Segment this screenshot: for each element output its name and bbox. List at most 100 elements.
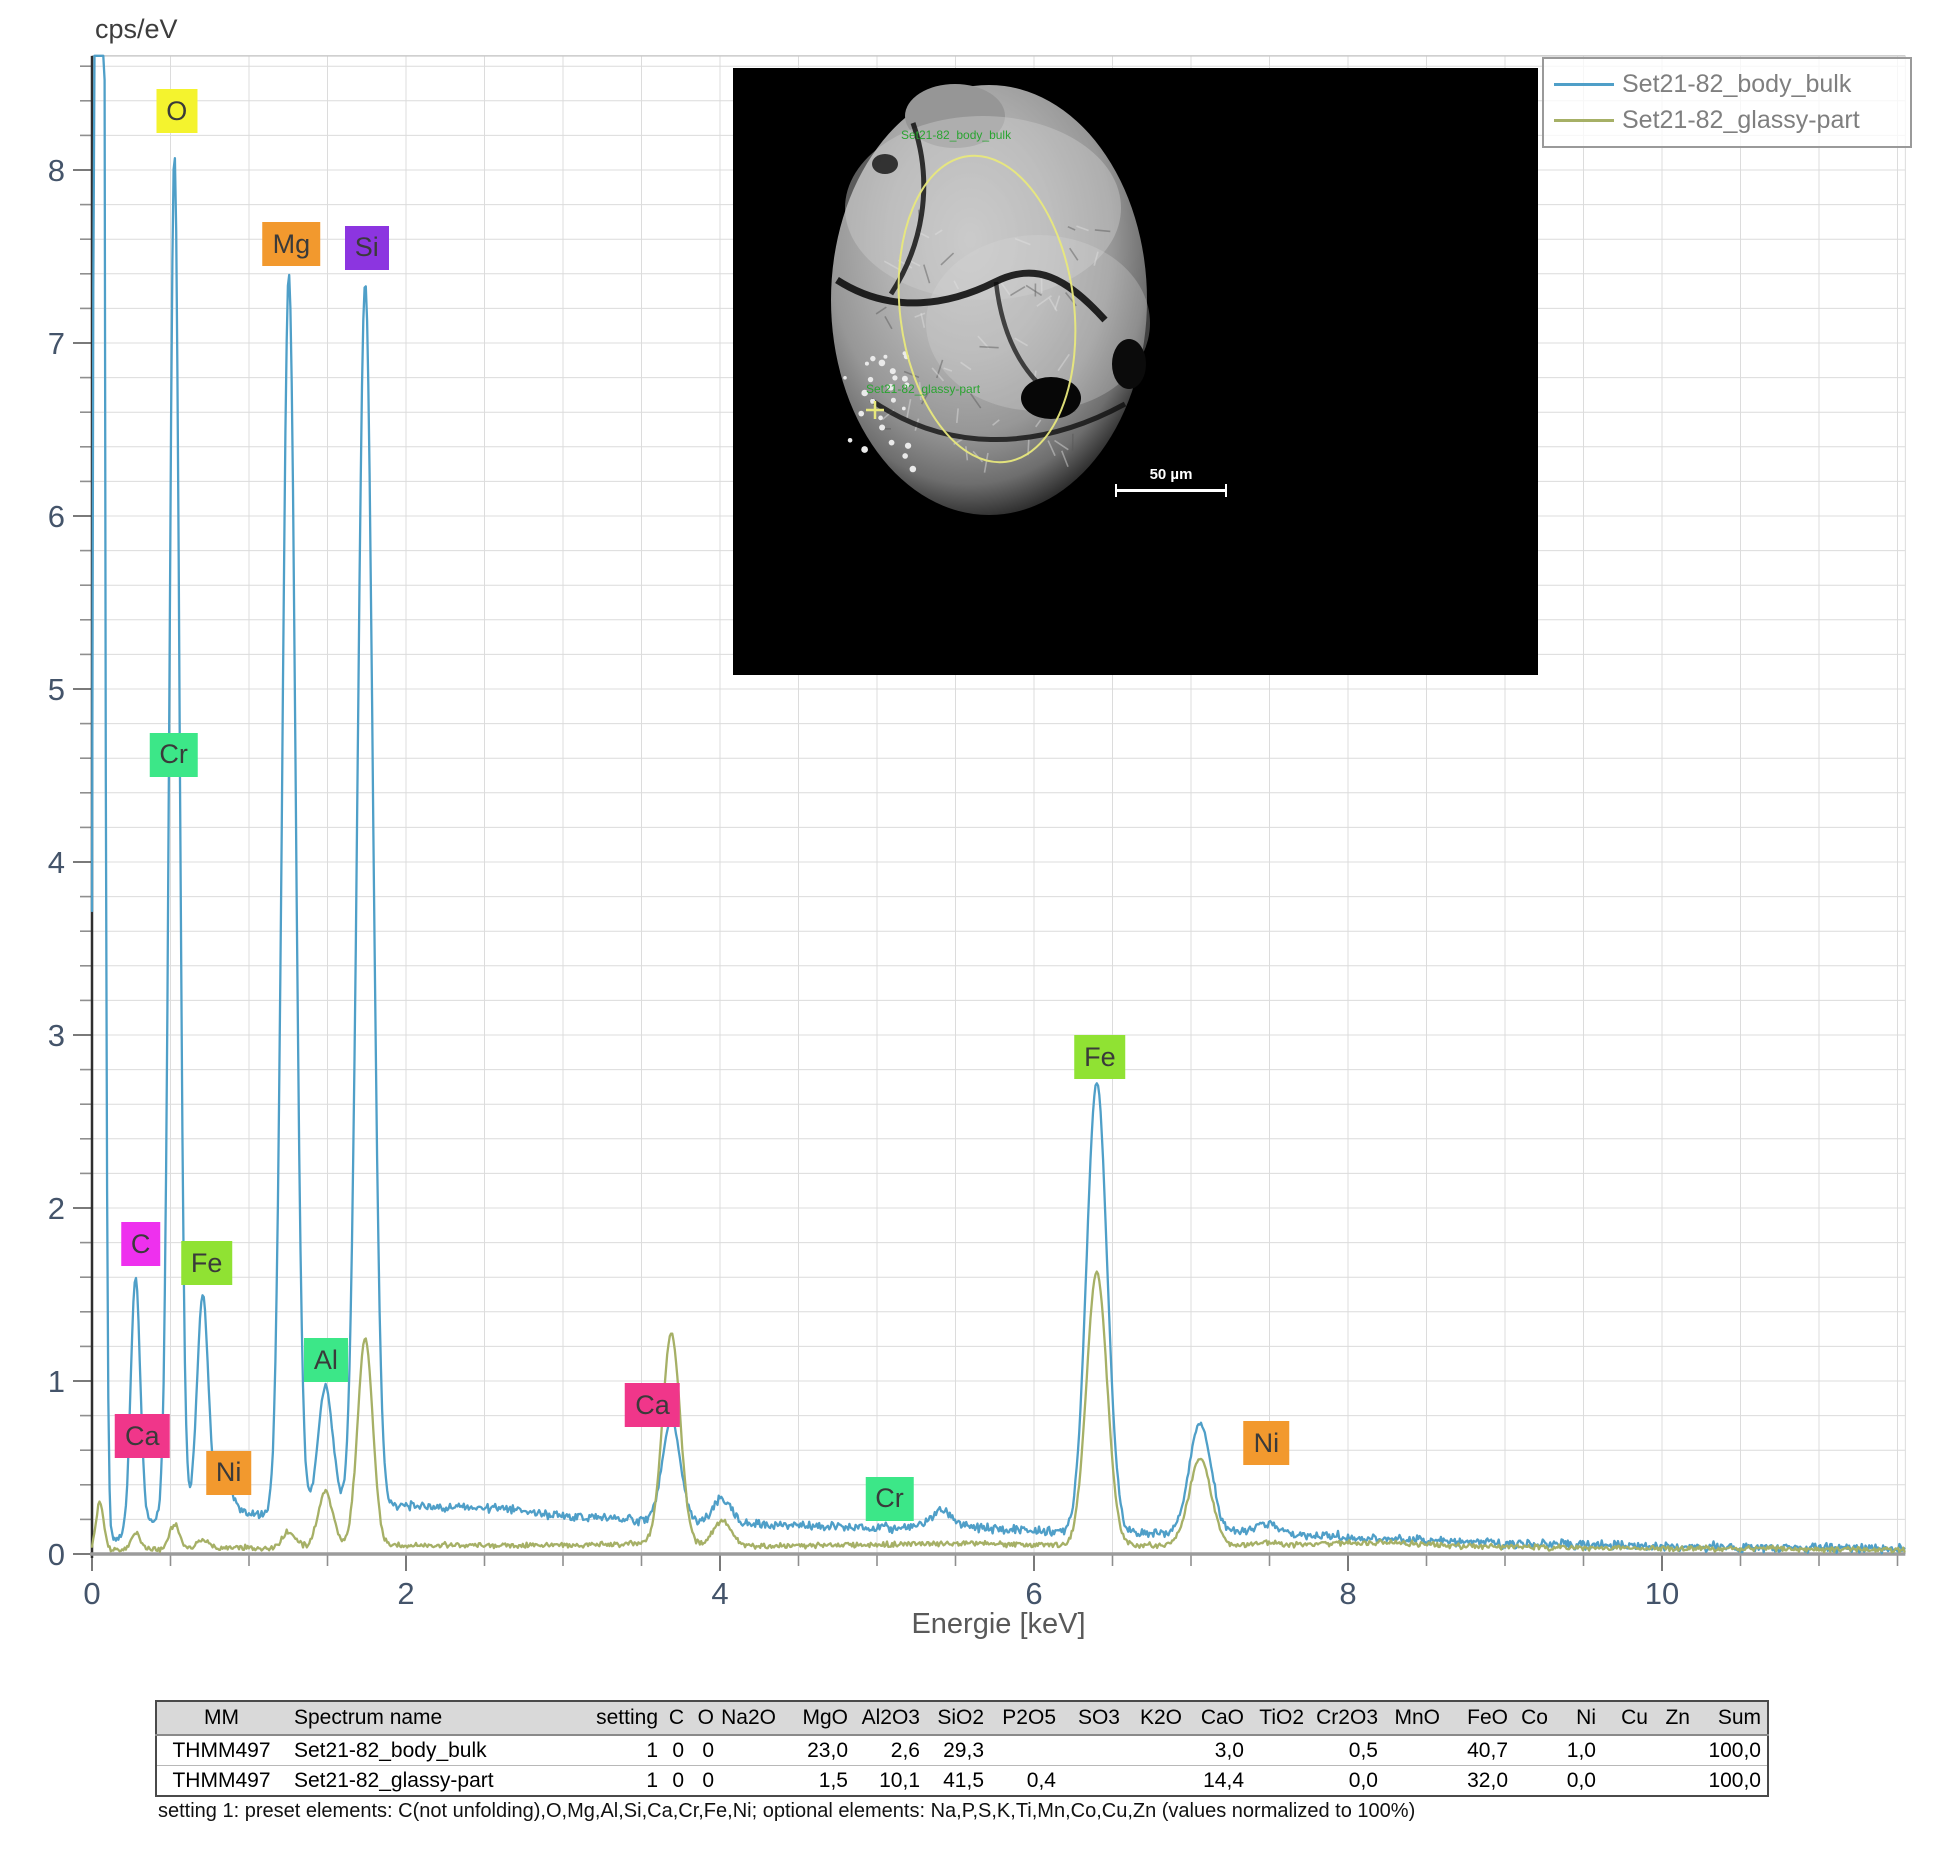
column-header-Al2O3: Al2O3 (854, 1701, 926, 1736)
table-cell: 23,0 (782, 1735, 854, 1766)
table-cell: 0,5 (1310, 1735, 1384, 1766)
table-cell (1514, 1735, 1554, 1766)
table-cell: 1 (646, 1768, 658, 1792)
table-row: THMM497 Set21-82_glassy-part 1 0 0 1,5 10,1 41,… (156, 1766, 1768, 1797)
table-cell: 0,0 (1348, 1768, 1378, 1792)
column-header-setting: setting (586, 1701, 664, 1736)
legend-item: Set21-82_body_bulk (1554, 70, 1904, 99)
table-cell (720, 1766, 782, 1797)
table-cell (1062, 1735, 1126, 1766)
table-cell: 10,1 (879, 1768, 920, 1792)
x-tick-label: 6 (1025, 1576, 1042, 1611)
column-header-Spectrum-name: Spectrum name (286, 1701, 586, 1736)
element-badge-Cr: Cr (865, 1476, 914, 1521)
table-cell: 32,0 (1467, 1768, 1508, 1792)
x-axis-title: Energie [keV] (911, 1608, 1086, 1640)
table-footnote: setting 1: preset elements: C(not unfold… (158, 1800, 1416, 1822)
y-tick-label: 2 (48, 1191, 65, 1226)
x-tick-label: 2 (397, 1576, 414, 1611)
x-tick-label: 4 (711, 1576, 728, 1611)
sem-annotation-glassy: Set21-82_glassy-part (866, 382, 981, 396)
table-cell: 29,3 (926, 1735, 990, 1766)
column-header-Ni: Ni (1554, 1701, 1602, 1736)
table-cell: 1,0 (1554, 1735, 1602, 1766)
sem-inset-image[interactable]: Set21-82_body_bulk Set21-82_glassy-part … (733, 68, 1538, 675)
table-cell: 40,7 (1446, 1735, 1514, 1766)
column-header-P2O5: P2O5 (990, 1701, 1062, 1736)
table-cell: 0 (664, 1735, 690, 1766)
element-badge-Cr: Cr (149, 732, 198, 777)
column-header-Co: Co (1514, 1701, 1554, 1736)
table-cell (1654, 1766, 1696, 1797)
x-tick-label: 8 (1339, 1576, 1356, 1611)
element-badge-Ni: Ni (1243, 1421, 1290, 1466)
column-header-SO3: SO3 (1062, 1701, 1126, 1736)
table-cell: 3,0 (1188, 1735, 1250, 1766)
eds-analysis-screen: cps/eV 0 1 2 3 4 5 6 7 8 0 2 4 6 8 10 Se… (0, 0, 1944, 1863)
table-cell (720, 1735, 782, 1766)
legend-line-sample (1554, 119, 1614, 122)
sem-annotation-bulk: Set21-82_body_bulk (901, 128, 1012, 142)
scale-bar: 50 µm (1115, 466, 1227, 497)
y-tick-label: 0 (48, 1537, 65, 1572)
table-cell (990, 1735, 1062, 1766)
column-header-Na2O: Na2O (720, 1701, 782, 1736)
legend-item: Set21-82_glassy-part (1554, 106, 1904, 135)
element-badge-Ca: Ca (625, 1383, 680, 1428)
column-header-Zn: Zn (1654, 1701, 1696, 1736)
table-cell: 0 (672, 1768, 684, 1792)
scale-bar-line (1115, 484, 1227, 497)
element-badge-Mg: Mg (262, 222, 321, 267)
column-header-MgO: MgO (782, 1701, 854, 1736)
table-cell (1062, 1766, 1126, 1797)
column-header-Cu: Cu (1602, 1701, 1654, 1736)
x-tick-label: 10 (1645, 1576, 1679, 1611)
column-header-SiO2: SiO2 (926, 1701, 990, 1736)
element-badge-O: O (156, 89, 198, 134)
table-cell: 0 (690, 1735, 720, 1766)
table-cell (1514, 1766, 1554, 1797)
table-cell: THMM497 (156, 1735, 286, 1766)
table-cell (1250, 1735, 1310, 1766)
element-badge-Al: Al (303, 1338, 348, 1383)
element-badge-Fe: Fe (1074, 1035, 1126, 1080)
column-header-TiO2: TiO2 (1250, 1701, 1310, 1736)
y-tick-label: 6 (48, 499, 65, 534)
table-cell: 100,0 (1696, 1735, 1768, 1766)
column-header-Sum: Sum (1696, 1701, 1768, 1736)
column-header-C: C (664, 1701, 690, 1736)
table-cell: 0 (702, 1768, 714, 1792)
sem-particle-image (733, 68, 1538, 675)
table-header-row: MM Spectrum name setting C O Na2O MgO Al2O3 SiO2… (156, 1701, 1768, 1736)
table-cell (1602, 1735, 1654, 1766)
y-tick-label: 4 (48, 845, 65, 880)
legend-line-sample (1554, 83, 1614, 86)
table-cell: 2,6 (854, 1735, 926, 1766)
column-header-MnO: MnO (1384, 1701, 1446, 1736)
table-row: THMM497 Set21-82_body_bulk 1 0 0 23,0 2,6 29,3 3… (156, 1735, 1768, 1766)
column-header-MM: MM (156, 1701, 286, 1736)
table-cell: Set21-82_glassy-part (294, 1768, 494, 1792)
spectrum-curve-Set21-82_glassy-part (90, 1270, 1906, 1554)
element-badge-Ni: Ni (205, 1450, 252, 1495)
table-cell: Set21-82_body_bulk (286, 1735, 586, 1766)
column-header-CaO: CaO (1188, 1701, 1250, 1736)
table-cell (1384, 1735, 1446, 1766)
y-tick-label: 7 (48, 326, 65, 361)
y-tick-label: 5 (48, 672, 65, 707)
column-header-O: O (690, 1701, 720, 1736)
column-header-FeO: FeO (1446, 1701, 1514, 1736)
table-cell (1126, 1766, 1188, 1797)
y-tick-label: 3 (48, 1018, 65, 1053)
element-badge-Ca: Ca (114, 1414, 170, 1459)
element-badge-Fe: Fe (180, 1241, 233, 1286)
table-cell: 0,4 (1026, 1768, 1056, 1792)
y-tick-label: 1 (48, 1364, 65, 1399)
results-table: MM Spectrum name setting C O Na2O MgO Al2O3 SiO2… (155, 1700, 1769, 1797)
column-header-K2O: K2O (1126, 1701, 1188, 1736)
table-cell (1602, 1766, 1654, 1797)
legend-label: Set21-82_body_bulk (1622, 70, 1852, 98)
table-cell: 1,5 (818, 1768, 848, 1792)
legend: Set21-82_body_bulk Set21-82_glassy-part (1542, 57, 1912, 148)
table-cell: 1 (586, 1735, 664, 1766)
